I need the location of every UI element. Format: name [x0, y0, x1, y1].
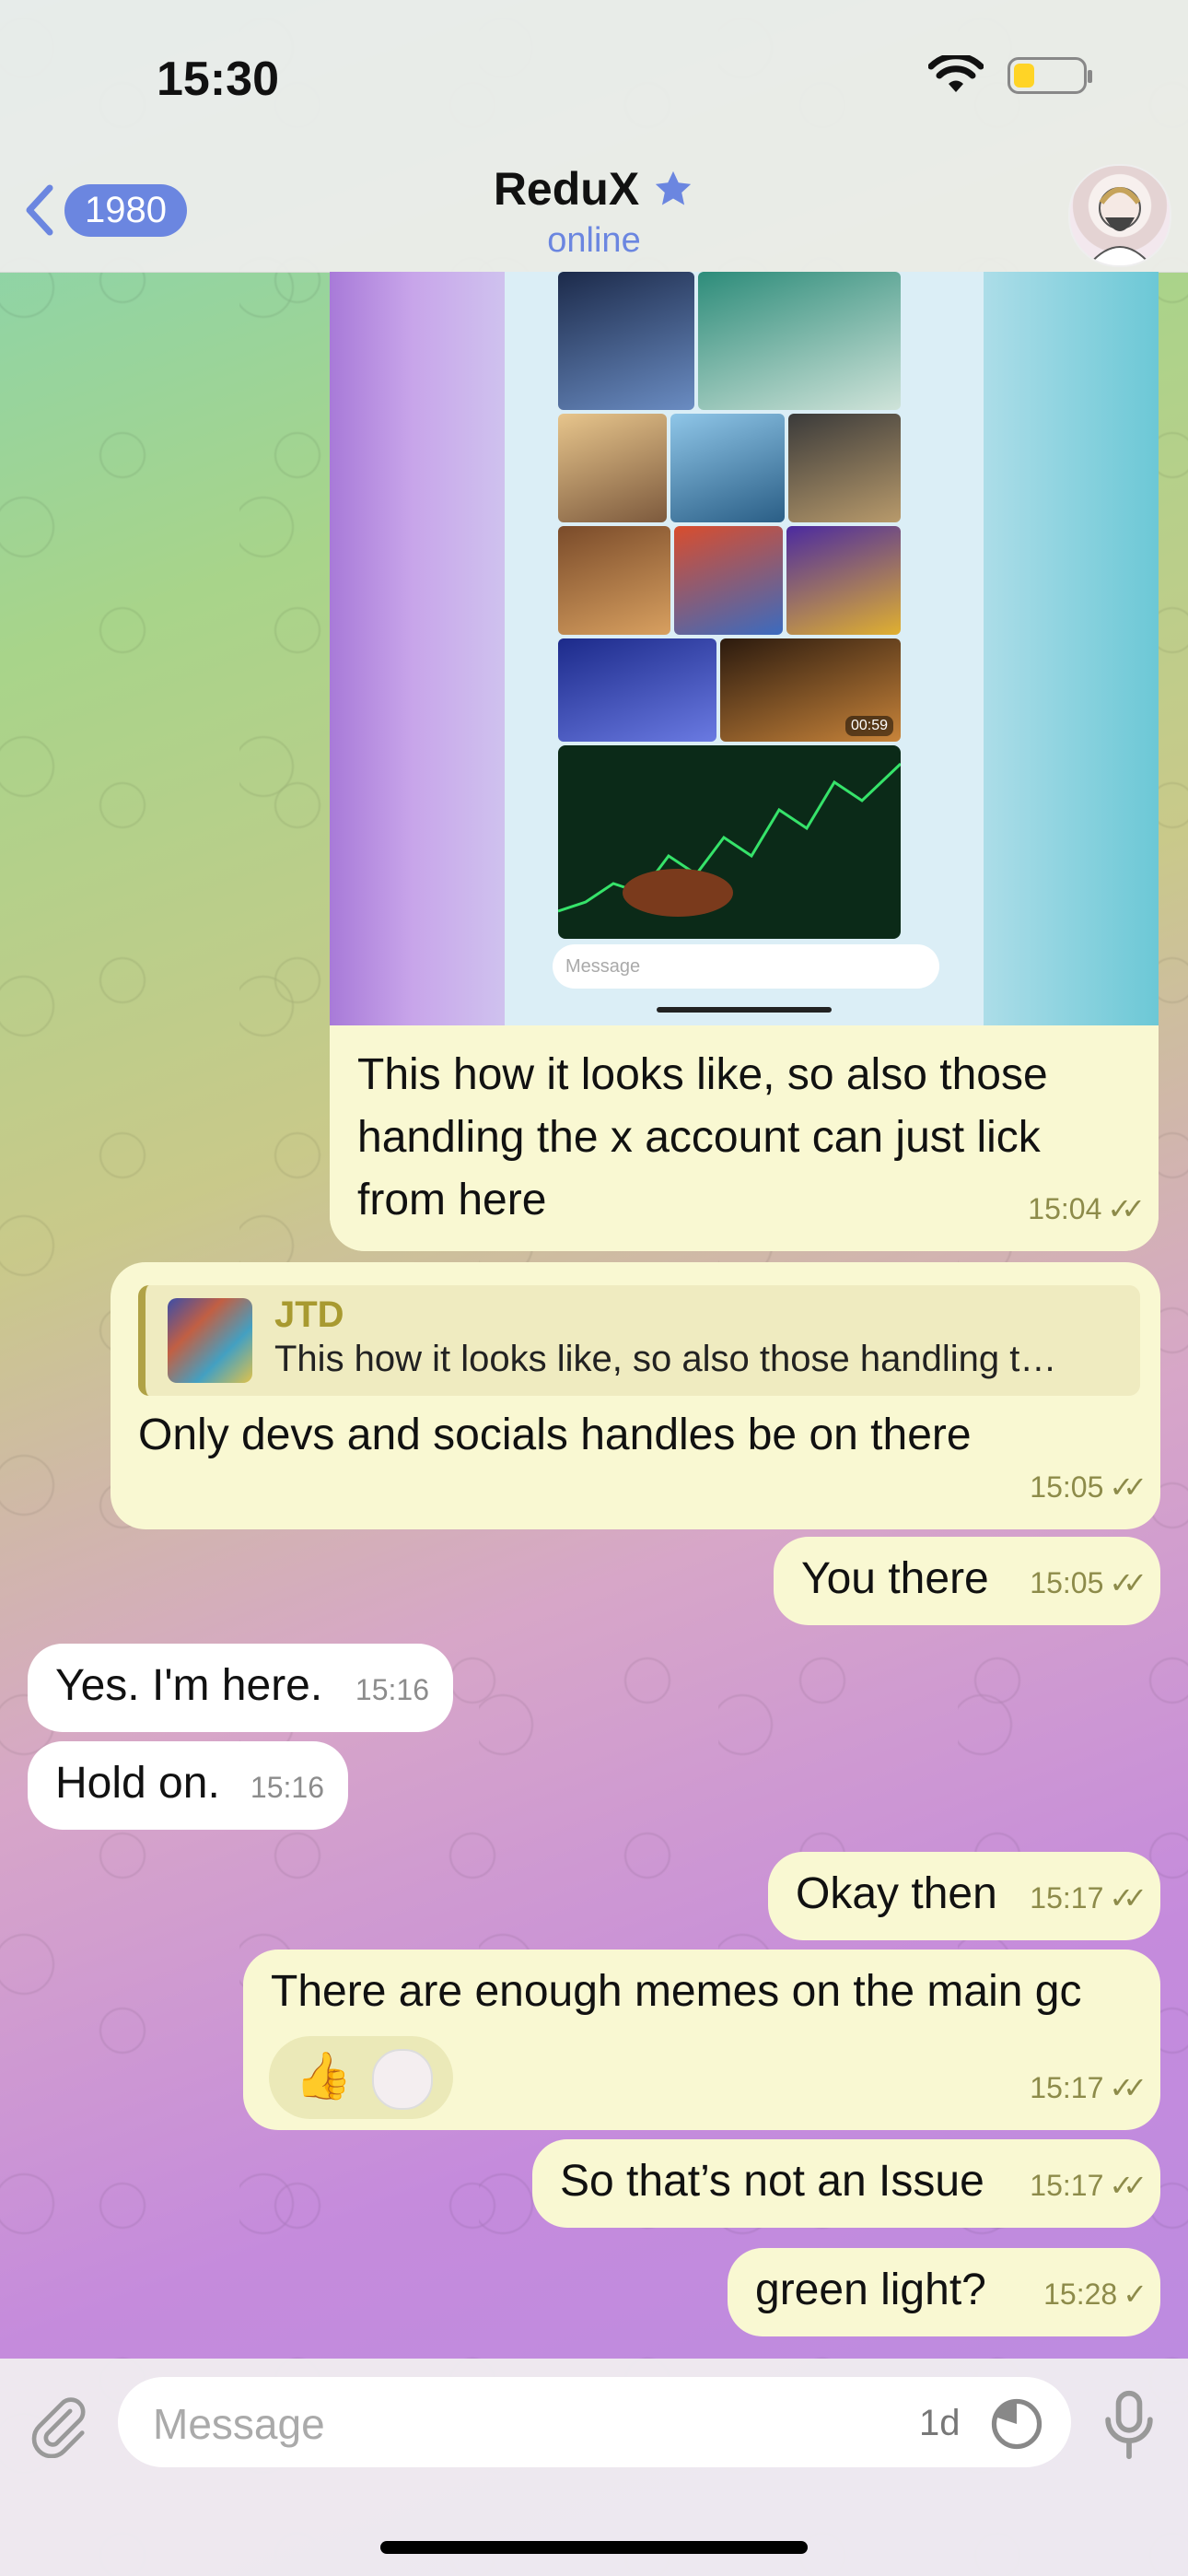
- message-text: green light?: [755, 2266, 986, 2314]
- message-text: There are enough memes on the main gc: [271, 1967, 1082, 2016]
- read-checks-icon: ✓✓: [1109, 1566, 1147, 1599]
- message-meta: 15:17 ✓✓: [1030, 2056, 1147, 2119]
- read-checks-icon: ✓✓: [1109, 2169, 1147, 2202]
- read-checks-icon: ✓✓: [1109, 2071, 1147, 2104]
- reply-snippet: This how it looks like, so also those ha…: [274, 1339, 1057, 1379]
- message-bubble[interactable]: Yes. I'm here. 15:16: [28, 1644, 453, 1732]
- message-meta: 15:16: [355, 1658, 429, 1721]
- message-time: 15:16: [250, 1771, 324, 1804]
- read-checks-icon: ✓✓: [1109, 1470, 1147, 1504]
- message-time: 15:17: [1030, 2169, 1104, 2202]
- read-checks-icon: ✓✓: [1109, 1881, 1147, 1914]
- message-text: Yes. I'm here.: [55, 1661, 323, 1710]
- message-time: 15:05: [1030, 1566, 1104, 1599]
- message-meta: 15:17 ✓✓: [1030, 1867, 1147, 1929]
- message-time: 15:28: [1043, 2277, 1118, 2311]
- video-duration: 00:59: [844, 716, 893, 736]
- message-meta: 15:05 ✓✓: [1030, 1551, 1147, 1614]
- home-indicator: [380, 2541, 808, 2554]
- battery-icon: [1007, 57, 1092, 94]
- message-meta: 15:28 ✓: [1043, 2263, 1147, 2325]
- auto-delete-label: 1d: [919, 2403, 961, 2443]
- avatar-illustration: [1088, 187, 1152, 265]
- avatar[interactable]: [1068, 164, 1171, 267]
- phone-screenshot: 00:59 Message: [505, 272, 984, 1025]
- message-time: 15:17: [1030, 1881, 1104, 1914]
- reply-author: JTD: [274, 1294, 344, 1335]
- sent-check-icon: ✓: [1123, 2277, 1147, 2311]
- chat-title[interactable]: ReduX online: [0, 162, 1188, 261]
- message-text: Hold on.: [55, 1759, 220, 1808]
- message-bubble-text[interactable]: This how it looks like, so also those ha…: [330, 1025, 1159, 1251]
- input-bar: Message 1d: [0, 2359, 1188, 2576]
- message-meta: 15:17 ✓✓: [1030, 2154, 1147, 2217]
- timer-icon[interactable]: [988, 2395, 1045, 2453]
- reaction-chip[interactable]: 👍: [269, 2036, 453, 2119]
- microphone-icon[interactable]: [1096, 2388, 1162, 2462]
- message-text: This how it looks like, so also those ha…: [357, 1050, 1048, 1224]
- reply-quote[interactable]: JTD This how it looks like, so also thos…: [138, 1285, 1140, 1396]
- message-text: Okay then: [796, 1869, 997, 1918]
- message-bubble[interactable]: You there 15:05 ✓✓: [774, 1537, 1160, 1625]
- message-time: 15:05: [1030, 1470, 1104, 1504]
- message-input[interactable]: Message 1d: [118, 2377, 1071, 2467]
- wifi-icon: [928, 55, 984, 92]
- bull-chart-image: [558, 745, 901, 939]
- chat-name: ReduX: [493, 163, 640, 215]
- paperclip-icon[interactable]: [26, 2394, 90, 2458]
- message-text: So that’s not an Issue: [560, 2157, 984, 2206]
- message-bubble[interactable]: So that’s not an Issue 15:17 ✓✓: [532, 2139, 1160, 2228]
- message-placeholder: Message: [153, 2400, 325, 2448]
- reply-thumbnail: [168, 1298, 252, 1383]
- chat-status: online: [547, 221, 641, 260]
- message-time: 15:16: [355, 1673, 429, 1706]
- read-checks-icon: ✓✓: [1107, 1192, 1145, 1225]
- star-icon: [656, 170, 692, 205]
- message-meta: 15:05 ✓✓: [1030, 1456, 1147, 1518]
- phone-home-indicator: [657, 1007, 832, 1013]
- reaction-avatar: [372, 2049, 433, 2110]
- message-meta: 15:04 ✓✓: [1028, 1177, 1146, 1240]
- phone-message-field: Message: [553, 944, 939, 989]
- status-icons: [928, 55, 1092, 96]
- message-time: 15:04: [1028, 1192, 1102, 1225]
- media-image[interactable]: 00:59 Message: [330, 272, 1159, 1025]
- reaction-emoji: 👍: [295, 2050, 353, 2102]
- message-bubble[interactable]: Okay then 15:17 ✓✓: [768, 1852, 1160, 1940]
- message-bubble[interactable]: green light? 15:28 ✓: [728, 2248, 1160, 2336]
- message-text: Only devs and socials handles be on ther…: [138, 1411, 972, 1459]
- top-bar: 15:30 1980 ReduX online: [0, 0, 1188, 273]
- status-time: 15:30: [157, 53, 279, 106]
- message-text: You there: [801, 1554, 989, 1603]
- message-meta: 15:16: [250, 1756, 324, 1819]
- message-bubble[interactable]: Hold on. 15:16: [28, 1741, 348, 1830]
- message-time: 15:17: [1030, 2071, 1104, 2104]
